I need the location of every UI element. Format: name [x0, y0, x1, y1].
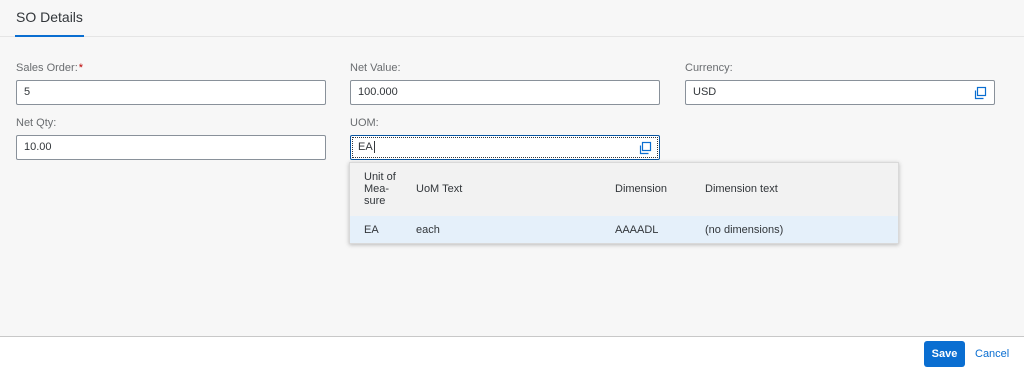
row-dimension-text: (no dimensions) — [705, 224, 784, 236]
uom-input[interactable]: EA — [350, 135, 660, 160]
column-header-unit-line1: Unit of — [364, 171, 396, 183]
net-qty-input[interactable]: 10.00 — [16, 135, 326, 160]
text-cursor — [373, 141, 375, 154]
net-value-input[interactable]: 100.000 — [350, 80, 660, 105]
column-header-dimension: Dimension — [615, 183, 667, 195]
sales-order-label: Sales Order:* — [16, 62, 83, 74]
uom-value: EA — [358, 141, 373, 153]
row-unit: EA — [364, 224, 379, 236]
value-help-icon[interactable] — [638, 141, 652, 155]
column-header-unit-of-measure: Unit of Mea- sure — [364, 171, 396, 207]
suggestion-table-header: Unit of Mea- sure UoM Text Dimension Dim… — [350, 163, 898, 217]
so-details-page: SO Details Sales Order:* 5 Net Value: 10… — [0, 0, 1024, 369]
column-header-dimension-text: Dimension text — [705, 183, 778, 195]
sales-order-value: 5 — [24, 86, 31, 98]
tab-bar: SO Details — [0, 0, 1024, 37]
required-mark: * — [78, 62, 84, 74]
tab-so-details[interactable]: SO Details — [15, 0, 84, 37]
save-button[interactable]: Save — [924, 341, 965, 367]
suggestion-row-ea[interactable]: EA each AAAADL (no dimensions) — [350, 216, 898, 243]
sales-order-input[interactable]: 5 — [16, 80, 326, 105]
footer-toolbar: Save Cancel — [0, 336, 1024, 369]
sales-order-label-text: Sales Order: — [16, 62, 78, 74]
net-qty-label: Net Qty: — [16, 117, 57, 129]
column-header-unit-line2: Mea- — [364, 183, 390, 195]
net-value-value: 100.000 — [358, 86, 398, 98]
currency-value: USD — [693, 86, 717, 98]
uom-label: UOM: — [350, 117, 379, 129]
cancel-button[interactable]: Cancel — [975, 341, 1009, 367]
net-value-label: Net Value: — [350, 62, 401, 74]
net-qty-value: 10.00 — [24, 141, 52, 153]
column-header-uom-text: UoM Text — [416, 183, 463, 195]
row-uom-text: each — [416, 224, 440, 236]
currency-input[interactable]: USD — [685, 80, 995, 105]
currency-label: Currency: — [685, 62, 733, 74]
row-dimension: AAAADL — [615, 224, 659, 236]
value-help-icon[interactable] — [973, 86, 987, 100]
column-header-unit-line3: sure — [364, 195, 386, 207]
uom-suggestion-popup: Unit of Mea- sure UoM Text Dimension Dim… — [349, 162, 899, 244]
